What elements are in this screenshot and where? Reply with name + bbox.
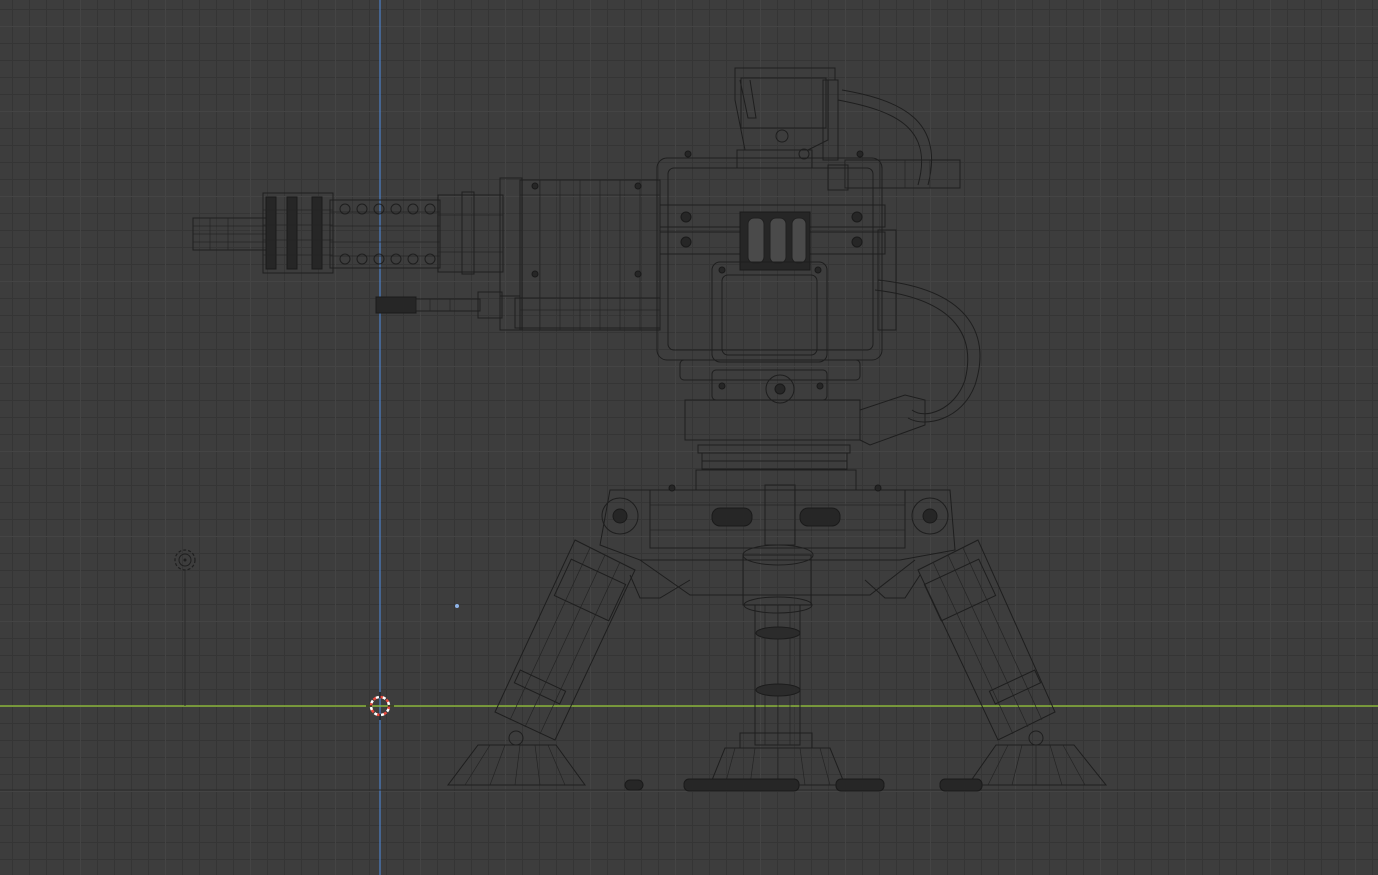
left-leg [447, 539, 636, 786]
sentry-turret-model[interactable] [192, 67, 1108, 792]
minigun-barrel [192, 191, 504, 275]
viewport-canvas[interactable] [0, 0, 1378, 875]
light-icon[interactable] [174, 549, 196, 706]
3d-viewport[interactable] [0, 0, 1378, 875]
top-sight [684, 67, 961, 191]
gun-housing [499, 177, 661, 331]
tripod-hub [599, 484, 956, 599]
origin-point[interactable] [455, 604, 459, 608]
rocket-tube [375, 291, 661, 331]
turret-base-ring [684, 394, 926, 491]
right-leg [917, 539, 1108, 786]
side-cable [874, 229, 981, 423]
